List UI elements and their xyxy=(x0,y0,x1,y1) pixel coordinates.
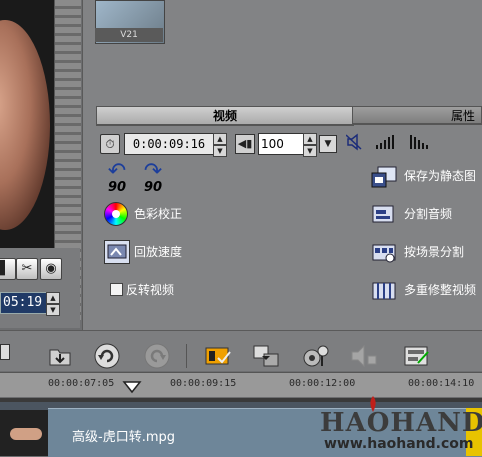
ruler-tick-label: 00:00:14:10 xyxy=(408,378,475,389)
toolbar-divider xyxy=(186,344,187,368)
tab-video[interactable]: 视频 xyxy=(96,106,354,126)
reverse-video-label[interactable]: 反转视频 xyxy=(126,282,174,298)
multi-trim-icon[interactable] xyxy=(370,279,398,303)
tab-divider xyxy=(96,124,482,125)
volume-speaker-icon: ◀▮ xyxy=(235,134,255,154)
spin-down-icon[interactable]: ▼ xyxy=(303,145,317,157)
spin-up-icon[interactable]: ▲ xyxy=(46,292,60,304)
split-by-scene-label[interactable]: 按场景分割 xyxy=(404,244,464,260)
undo-icon[interactable] xyxy=(93,342,121,370)
spin-up-icon[interactable]: ▲ xyxy=(213,133,227,145)
snapshot-button[interactable]: ◉ xyxy=(40,258,62,280)
smart-proxy-icon[interactable] xyxy=(204,342,232,370)
rotate-left-button[interactable]: ↶ 90 xyxy=(102,161,132,196)
auto-music-icon[interactable] xyxy=(302,342,330,370)
playback-speed-icon[interactable] xyxy=(104,240,130,264)
ruler-tick-label: 00:00:09:15 xyxy=(170,378,237,389)
watermark-url: www.haohand.com xyxy=(324,436,474,452)
rotate-right-button[interactable]: ↷ 90 xyxy=(138,161,168,196)
reverse-video-checkbox[interactable] xyxy=(110,283,123,296)
timeline-left-edge-button[interactable] xyxy=(0,344,10,360)
mark-button[interactable]: ▌ xyxy=(0,258,16,280)
duration-spinner[interactable]: ▲ ▼ xyxy=(213,133,227,157)
volume-field[interactable]: 100 xyxy=(258,133,306,155)
redo-icon xyxy=(143,342,171,370)
tab-attributes[interactable]: 属性 xyxy=(352,106,482,124)
duration-clock-icon: ⏱ xyxy=(100,134,120,154)
multi-trim-label[interactable]: 多重修整视频 xyxy=(404,282,476,298)
watermark-logo: HAOHAND xyxy=(320,408,482,438)
duration-timecode-field[interactable]: 0:00:09:16 xyxy=(124,133,214,155)
split-audio-icon[interactable] xyxy=(370,203,398,227)
volume-spinner[interactable]: ▲ ▼ xyxy=(303,133,317,157)
spin-down-icon[interactable]: ▼ xyxy=(213,145,227,157)
color-correction-icon[interactable] xyxy=(104,202,128,226)
preview-timecode-spinner[interactable]: ▲ ▼ xyxy=(46,292,60,316)
video-preview xyxy=(0,0,54,248)
rotate-left-label: 90 xyxy=(107,180,127,195)
insert-file-icon[interactable] xyxy=(46,342,74,370)
volume-dropdown-button[interactable]: ▼ xyxy=(319,135,337,153)
save-still-label[interactable]: 保存为静态图 xyxy=(404,168,476,184)
ruler-tick-label: 00:00:07:05 xyxy=(48,378,115,389)
fade-in-icon[interactable] xyxy=(374,134,396,150)
cut-clip-button[interactable]: ✂ xyxy=(16,258,38,280)
playhead-marker[interactable] xyxy=(122,380,142,397)
track-manager-icon[interactable] xyxy=(402,342,430,370)
save-still-icon[interactable] xyxy=(370,165,398,189)
spin-down-icon[interactable]: ▼ xyxy=(46,304,60,316)
split-audio-label[interactable]: 分割音频 xyxy=(404,206,452,222)
split-by-scene-icon[interactable] xyxy=(370,241,398,265)
fade-out-icon[interactable] xyxy=(408,134,430,150)
mute-icon[interactable] xyxy=(345,133,362,151)
clip-name: 高级-虎口转.mpg xyxy=(72,430,175,445)
audio-mixer-icon xyxy=(350,342,378,370)
batch-convert-icon[interactable] xyxy=(252,342,280,370)
playback-speed-label[interactable]: 回放速度 xyxy=(134,244,182,260)
library-thumbnail-label: V21 xyxy=(95,28,163,42)
color-correction-label[interactable]: 色彩校正 xyxy=(134,206,182,222)
preview-timecode[interactable]: 05:19 xyxy=(0,292,50,314)
spin-up-icon[interactable]: ▲ xyxy=(303,133,317,145)
clip-thumbnail[interactable] xyxy=(0,410,48,456)
rotate-right-label: 90 xyxy=(143,180,163,195)
ruler-tick-label: 00:00:12:00 xyxy=(289,378,356,389)
